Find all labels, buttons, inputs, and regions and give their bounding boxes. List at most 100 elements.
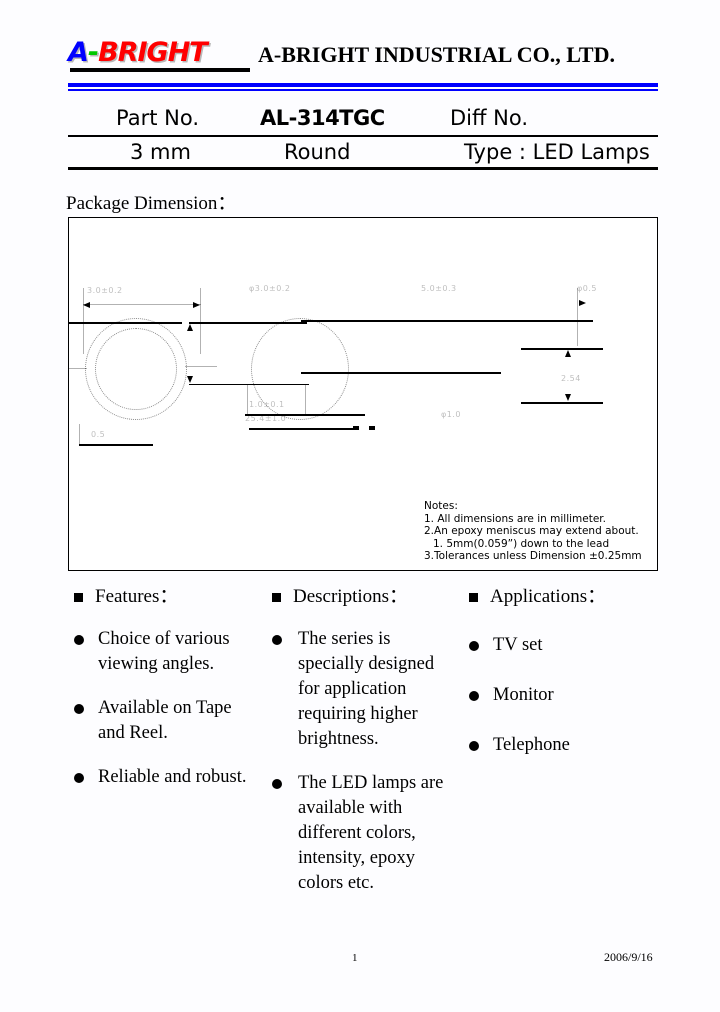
body-top-line-3 <box>433 320 593 322</box>
list-item-text: The LED lamps are available with differe… <box>298 773 444 893</box>
body-flange-line <box>301 372 501 374</box>
ext-line-left-2 <box>200 288 201 354</box>
round-bullet-icon <box>469 741 479 751</box>
notes-title: Notes: <box>424 500 458 512</box>
dim-label-d3: 5.0±0.3 <box>421 284 457 293</box>
heading-applications: Applications： <box>457 586 677 608</box>
list-item-text: Choice of various viewing angles. <box>98 629 230 674</box>
header-rule-thick <box>68 83 658 87</box>
list-item: Telephone <box>457 733 677 758</box>
list-item-text: TV set <box>493 635 543 655</box>
dim-arrow-down-mid <box>187 376 193 383</box>
heading-features: Features： <box>62 586 262 608</box>
heading-applications-label: Applications： <box>490 586 607 607</box>
round-bullet-icon <box>272 635 282 645</box>
feature-columns: Features： Choice of various viewing angl… <box>62 586 682 916</box>
led-front-flat-line <box>69 368 87 369</box>
logo-text: A-BRIGHT <box>68 37 208 68</box>
dim-label-d1: 3.0±0.2 <box>87 286 123 295</box>
package-dimension-title: Package Dimension： <box>66 193 237 214</box>
round-bullet-icon <box>272 779 282 789</box>
lead-vert-2 <box>305 384 306 416</box>
logo-dash: - <box>87 37 99 68</box>
dim-arrow-down-right <box>565 394 571 401</box>
dim-label-d2: φ3.0±0.2 <box>249 284 291 293</box>
dim-arrow-up-mid <box>187 324 193 331</box>
datasheet-page: A-BRIGHT A-BRIGHT INDUSTRIAL CO., LTD. P… <box>0 0 720 1012</box>
company-logo: A-BRIGHT <box>68 38 254 74</box>
heading-descriptions-label: Descriptions： <box>293 586 409 607</box>
list-item-text: The series is specially designed for app… <box>298 629 435 749</box>
list-item-text: Telephone <box>493 735 570 755</box>
lead-dim-tick-1 <box>353 426 359 430</box>
header-rule-thin <box>68 89 658 91</box>
round-bullet-icon <box>469 691 479 701</box>
led-front-circle-inner <box>95 328 177 410</box>
ext-line-left-1 <box>83 288 84 354</box>
company-name: A-BRIGHT INDUSTRIAL CO., LTD. <box>258 42 615 67</box>
footer-date: 2006/9/16 <box>604 950 653 964</box>
table-bottom-line <box>68 167 658 170</box>
led-front-top-flat <box>69 322 182 324</box>
value-part-no: AL-314TGC <box>260 106 385 130</box>
dim-arrow-right-2 <box>579 300 586 306</box>
list-item: Available on Tape and Reel. <box>62 696 262 746</box>
column-applications: Applications： TV set Monitor Telephone <box>457 586 677 758</box>
notes-line-3: 1. 5mm(0.059”) down to the lead <box>433 537 610 550</box>
part-info-table: Part No. AL-314TGC Diff No. <box>68 104 658 134</box>
label-diff-no: Diff No. <box>450 106 529 130</box>
label-part-no: Part No. <box>116 106 199 130</box>
notes-line-1: 1. All dimensions are in millimeter. <box>424 512 606 525</box>
column-features: Features： Choice of various viewing angl… <box>62 586 262 790</box>
logo-word-bright: BRIGHT <box>98 37 208 68</box>
list-item-text: Reliable and robust. <box>98 767 247 787</box>
round-bullet-icon <box>74 704 84 714</box>
dim-label-d4: φ0.5 <box>577 284 597 293</box>
footer-page-number: 1 <box>352 952 358 964</box>
logo-letter-a: A <box>68 37 89 68</box>
dim-label-d9: φ1.0 <box>441 410 461 419</box>
bottom-left-dim-line <box>79 444 153 446</box>
drawing-notes: Notes: 1. All dimensions are in millimet… <box>424 500 642 563</box>
dim-arrow-up-right <box>565 350 571 357</box>
square-bullet-icon <box>272 593 281 602</box>
list-item: TV set <box>457 633 677 658</box>
list-item: The LED lamps are available with differe… <box>260 771 460 896</box>
value-size: 3 mm <box>130 140 191 164</box>
logo-underline-bar <box>70 68 250 72</box>
part-info-table-row2-wrap: 3 mm Round Type : LED Lamps <box>68 138 658 168</box>
list-item: Monitor <box>457 683 677 708</box>
dim-label-d8: 0.5 <box>91 430 106 439</box>
right-ext-line-1 <box>577 288 578 346</box>
lead-dim-tick-2 <box>369 426 375 430</box>
lead-dim-line <box>249 428 353 430</box>
heading-descriptions: Descriptions： <box>260 586 460 608</box>
list-item: Reliable and robust. <box>62 765 262 790</box>
notes-line-4: 3.Tolerances unless Dimension ±0.25mm <box>424 550 642 563</box>
dim-arrow-right-1 <box>193 302 200 308</box>
list-item-text: Available on Tape and Reel. <box>98 698 232 743</box>
dim-arrow-left-1 <box>83 302 90 308</box>
round-bullet-icon <box>469 641 479 651</box>
round-bullet-icon <box>74 635 84 645</box>
table-divider-line <box>68 135 658 137</box>
right-dim-line-2 <box>521 402 603 404</box>
right-dim-line-1 <box>521 348 603 350</box>
value-type: Type : LED Lamps <box>464 140 650 164</box>
bottom-left-ext <box>79 424 80 444</box>
dim-line-top-left <box>83 304 201 305</box>
square-bullet-icon <box>469 593 478 602</box>
center-axis-left <box>185 366 217 367</box>
body-bottom-line <box>189 384 309 385</box>
column-descriptions: Descriptions： The series is specially de… <box>260 586 460 896</box>
part-table-row-1: Part No. AL-314TGC Diff No. <box>68 104 658 134</box>
square-bullet-icon <box>74 593 83 602</box>
package-drawing: 3.0±0.2 φ3.0±0.2 5.0±0.3 1.0±0.1 25.4±1.… <box>68 217 658 571</box>
page-header: A-BRIGHT A-BRIGHT INDUSTRIAL CO., LTD. <box>68 36 660 80</box>
dim-label-d7: 2.54 <box>561 374 581 383</box>
list-item: Choice of various viewing angles. <box>62 627 262 677</box>
lead-vert-1 <box>247 384 248 416</box>
dim-label-d5: 1.0±0.1 <box>249 400 285 409</box>
dim-label-d6: 25.4±1.0 <box>245 414 287 423</box>
list-item-text: Monitor <box>493 685 554 705</box>
